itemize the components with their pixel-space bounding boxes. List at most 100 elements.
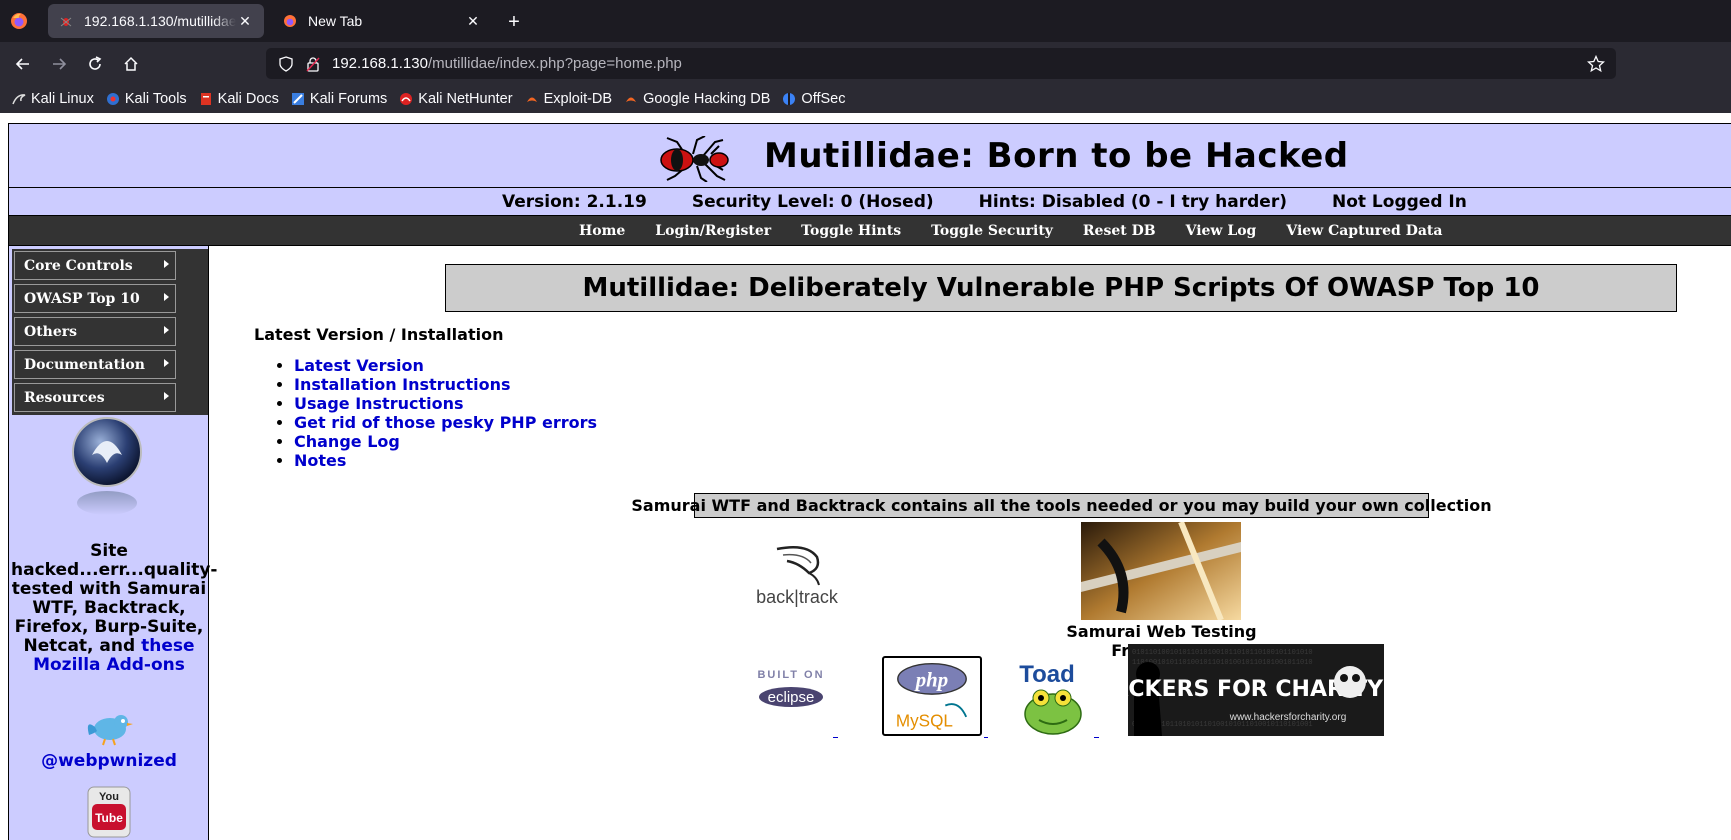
submenu-arrow-icon bbox=[164, 260, 169, 268]
link-change-log[interactable]: Change Log bbox=[294, 432, 597, 451]
insecure-lock-icon[interactable] bbox=[304, 55, 322, 73]
link-installation-instructions[interactable]: Installation Instructions bbox=[294, 375, 597, 394]
firefox-menu-icon[interactable] bbox=[8, 10, 30, 32]
url-path: /mutillidae/index.php?page=home.php bbox=[427, 55, 682, 72]
nethunter-icon bbox=[399, 92, 413, 106]
bookmark-google-hacking-db[interactable]: Google Hacking DB bbox=[624, 91, 770, 107]
menu-home[interactable]: Home bbox=[579, 223, 625, 239]
sidebar-item-resources[interactable]: Resources bbox=[14, 383, 176, 412]
tools-notice: Samurai WTF and Backtrack contains all t… bbox=[631, 493, 1492, 518]
menu-toggle-hints[interactable]: Toggle Hints bbox=[801, 223, 901, 239]
bookmark-exploit-db[interactable]: Exploit-DB bbox=[525, 91, 612, 107]
menu-reset-db[interactable]: Reset DB bbox=[1083, 223, 1156, 239]
kali-dragon-icon bbox=[12, 92, 26, 106]
toad-logo-text: Toad bbox=[1019, 661, 1075, 688]
exploit-db-icon bbox=[525, 92, 539, 106]
sidebar-item-documentation[interactable]: Documentation bbox=[14, 350, 176, 379]
eclipse-logo-text-top: BUILT ON bbox=[757, 669, 824, 681]
bookmark-label: Kali Tools bbox=[124, 90, 187, 107]
status-bar: Version: 2.1.19 Security Level: 0 (Hosed… bbox=[9, 188, 1731, 216]
tab-mutillidae[interactable]: 192.168.1.130/mutillidae/index.php?page=… bbox=[48, 4, 264, 38]
youtube-logo-icon[interactable]: You Tube bbox=[87, 786, 131, 838]
new-tab-plus-icon[interactable]: + bbox=[502, 10, 526, 34]
submenu-arrow-icon bbox=[164, 326, 169, 334]
menu-view-captured-data[interactable]: View Captured Data bbox=[1286, 223, 1442, 239]
toad-logo-icon[interactable]: Toad bbox=[1017, 660, 1092, 738]
reload-icon[interactable] bbox=[82, 51, 108, 77]
home-icon[interactable] bbox=[118, 51, 144, 77]
bookmark-label: Kali Linux bbox=[31, 90, 94, 107]
bookmark-label: OffSec bbox=[801, 90, 846, 107]
link-php-errors[interactable]: Get rid of those pesky PHP errors bbox=[294, 413, 597, 432]
ant-logo-icon bbox=[660, 136, 729, 182]
bookmark-kali-tools[interactable]: Kali Tools bbox=[106, 91, 187, 107]
logo-link-underline bbox=[984, 737, 988, 738]
samurai-sword-image[interactable] bbox=[1081, 522, 1241, 620]
back-arrow-icon[interactable] bbox=[10, 51, 36, 77]
sidebar-item-owasp-top-10[interactable]: OWASP Top 10 bbox=[14, 284, 176, 313]
backtrack-logo-icon[interactable]: back|track bbox=[747, 543, 847, 609]
ghdb-icon bbox=[624, 92, 638, 106]
menu-view-log[interactable]: View Log bbox=[1186, 223, 1257, 239]
bookmark-kali-linux[interactable]: Kali Linux bbox=[12, 91, 94, 107]
sidebar-item-label: Resources bbox=[24, 389, 105, 406]
bookmarks-toolbar: Kali Linux Kali Tools Kali Docs Kali For… bbox=[0, 84, 1731, 113]
bookmark-kali-docs[interactable]: Kali Docs bbox=[199, 91, 279, 107]
sidebar-item-label: Documentation bbox=[24, 356, 145, 373]
eclipse-logo-text-bottom: eclipse bbox=[768, 689, 815, 706]
link-latest-version[interactable]: Latest Version bbox=[294, 356, 597, 375]
hackers-for-charity-graphic: 0101101001010110101001011010110100101101… bbox=[1093, 644, 1384, 736]
tracking-shield-icon[interactable] bbox=[276, 54, 296, 74]
sidebar-item-label: OWASP Top 10 bbox=[24, 290, 140, 307]
tab-bar: 192.168.1.130/mutillidae/index.php?page=… bbox=[0, 0, 1731, 42]
url-host: 192.168.1.130 bbox=[332, 55, 428, 72]
tab-new-tab[interactable]: New Tab ✕ bbox=[272, 4, 492, 38]
kali-forums-icon bbox=[291, 92, 305, 106]
hackers-for-charity-banner[interactable]: 0101101001010110101001011010110100101101… bbox=[1093, 644, 1384, 736]
top-menu: Home Login/Register Toggle Hints Toggle … bbox=[9, 216, 1731, 246]
svg-text:You: You bbox=[99, 791, 119, 803]
close-tab-icon[interactable]: ✕ bbox=[464, 12, 482, 30]
section-title: Latest Version / Installation bbox=[254, 325, 504, 344]
sidebar-description: Site hacked...err...quality-tested with … bbox=[11, 542, 217, 675]
close-tab-icon[interactable]: ✕ bbox=[236, 12, 254, 30]
url-text[interactable]: 192.168.1.130/mutillidae/index.php?page=… bbox=[332, 55, 682, 72]
installation-links: Latest Version Installation Instructions… bbox=[294, 356, 597, 470]
menu-toggle-security[interactable]: Toggle Security bbox=[931, 223, 1053, 239]
owasp-logo-icon[interactable] bbox=[70, 417, 144, 517]
php-logo-text: php bbox=[914, 668, 949, 692]
bookmark-star-icon[interactable] bbox=[1586, 54, 1606, 74]
firefox-favicon-icon bbox=[282, 13, 298, 29]
sidebar-item-label: Core Controls bbox=[24, 257, 133, 274]
hfc-url-text: www.hackersforcharity.org bbox=[1229, 712, 1347, 723]
bookmark-kali-forums[interactable]: Kali Forums bbox=[291, 91, 387, 107]
mysql-logo-text: MySQL bbox=[896, 711, 953, 730]
sidebar-item-others[interactable]: Others bbox=[14, 317, 176, 346]
side-menu: Core Controls OWASP Top 10 Others Docume… bbox=[12, 249, 208, 415]
sidebar-item-core-controls[interactable]: Core Controls bbox=[14, 251, 176, 280]
login-status-label: Not Logged In bbox=[1331, 191, 1467, 212]
bookmark-kali-nethunter[interactable]: Kali NetHunter bbox=[399, 91, 513, 107]
logo-link-underline bbox=[1094, 737, 1099, 738]
forward-arrow-icon[interactable] bbox=[46, 51, 72, 77]
main-content: Mutillidae: Deliberately Vulnerable PHP … bbox=[209, 246, 1731, 840]
svg-text:110100101011010010110101001011: 1101001010110100101101010010110101001011… bbox=[1132, 659, 1313, 667]
twitter-handle-link[interactable]: @webpwnized bbox=[11, 751, 207, 771]
sidebar-item-label: Others bbox=[24, 323, 78, 340]
twitter-bird-icon[interactable] bbox=[83, 709, 135, 747]
kali-docs-icon bbox=[199, 92, 213, 106]
logo-link-underline bbox=[833, 737, 838, 738]
submenu-arrow-icon bbox=[164, 359, 169, 367]
page-banner: Mutillidae: Deliberately Vulnerable PHP … bbox=[445, 264, 1677, 312]
link-usage-instructions[interactable]: Usage Instructions bbox=[294, 394, 597, 413]
eclipse-logo-icon[interactable]: BUILT ON eclipse bbox=[749, 664, 833, 718]
address-bar[interactable]: 192.168.1.130/mutillidae/index.php?page=… bbox=[266, 48, 1616, 79]
kali-tools-icon bbox=[106, 92, 120, 106]
menu-login-register[interactable]: Login/Register bbox=[655, 223, 771, 239]
bug-favicon-icon bbox=[58, 13, 74, 29]
php-mysql-logo-icon[interactable]: php MySQL bbox=[882, 656, 982, 736]
security-level-label: Security Level: 0 (Hosed) bbox=[691, 191, 934, 212]
navigation-toolbar: 192.168.1.130/mutillidae/index.php?page=… bbox=[0, 42, 1731, 84]
link-notes[interactable]: Notes bbox=[294, 451, 597, 470]
bookmark-offsec[interactable]: OffSec bbox=[782, 91, 845, 107]
